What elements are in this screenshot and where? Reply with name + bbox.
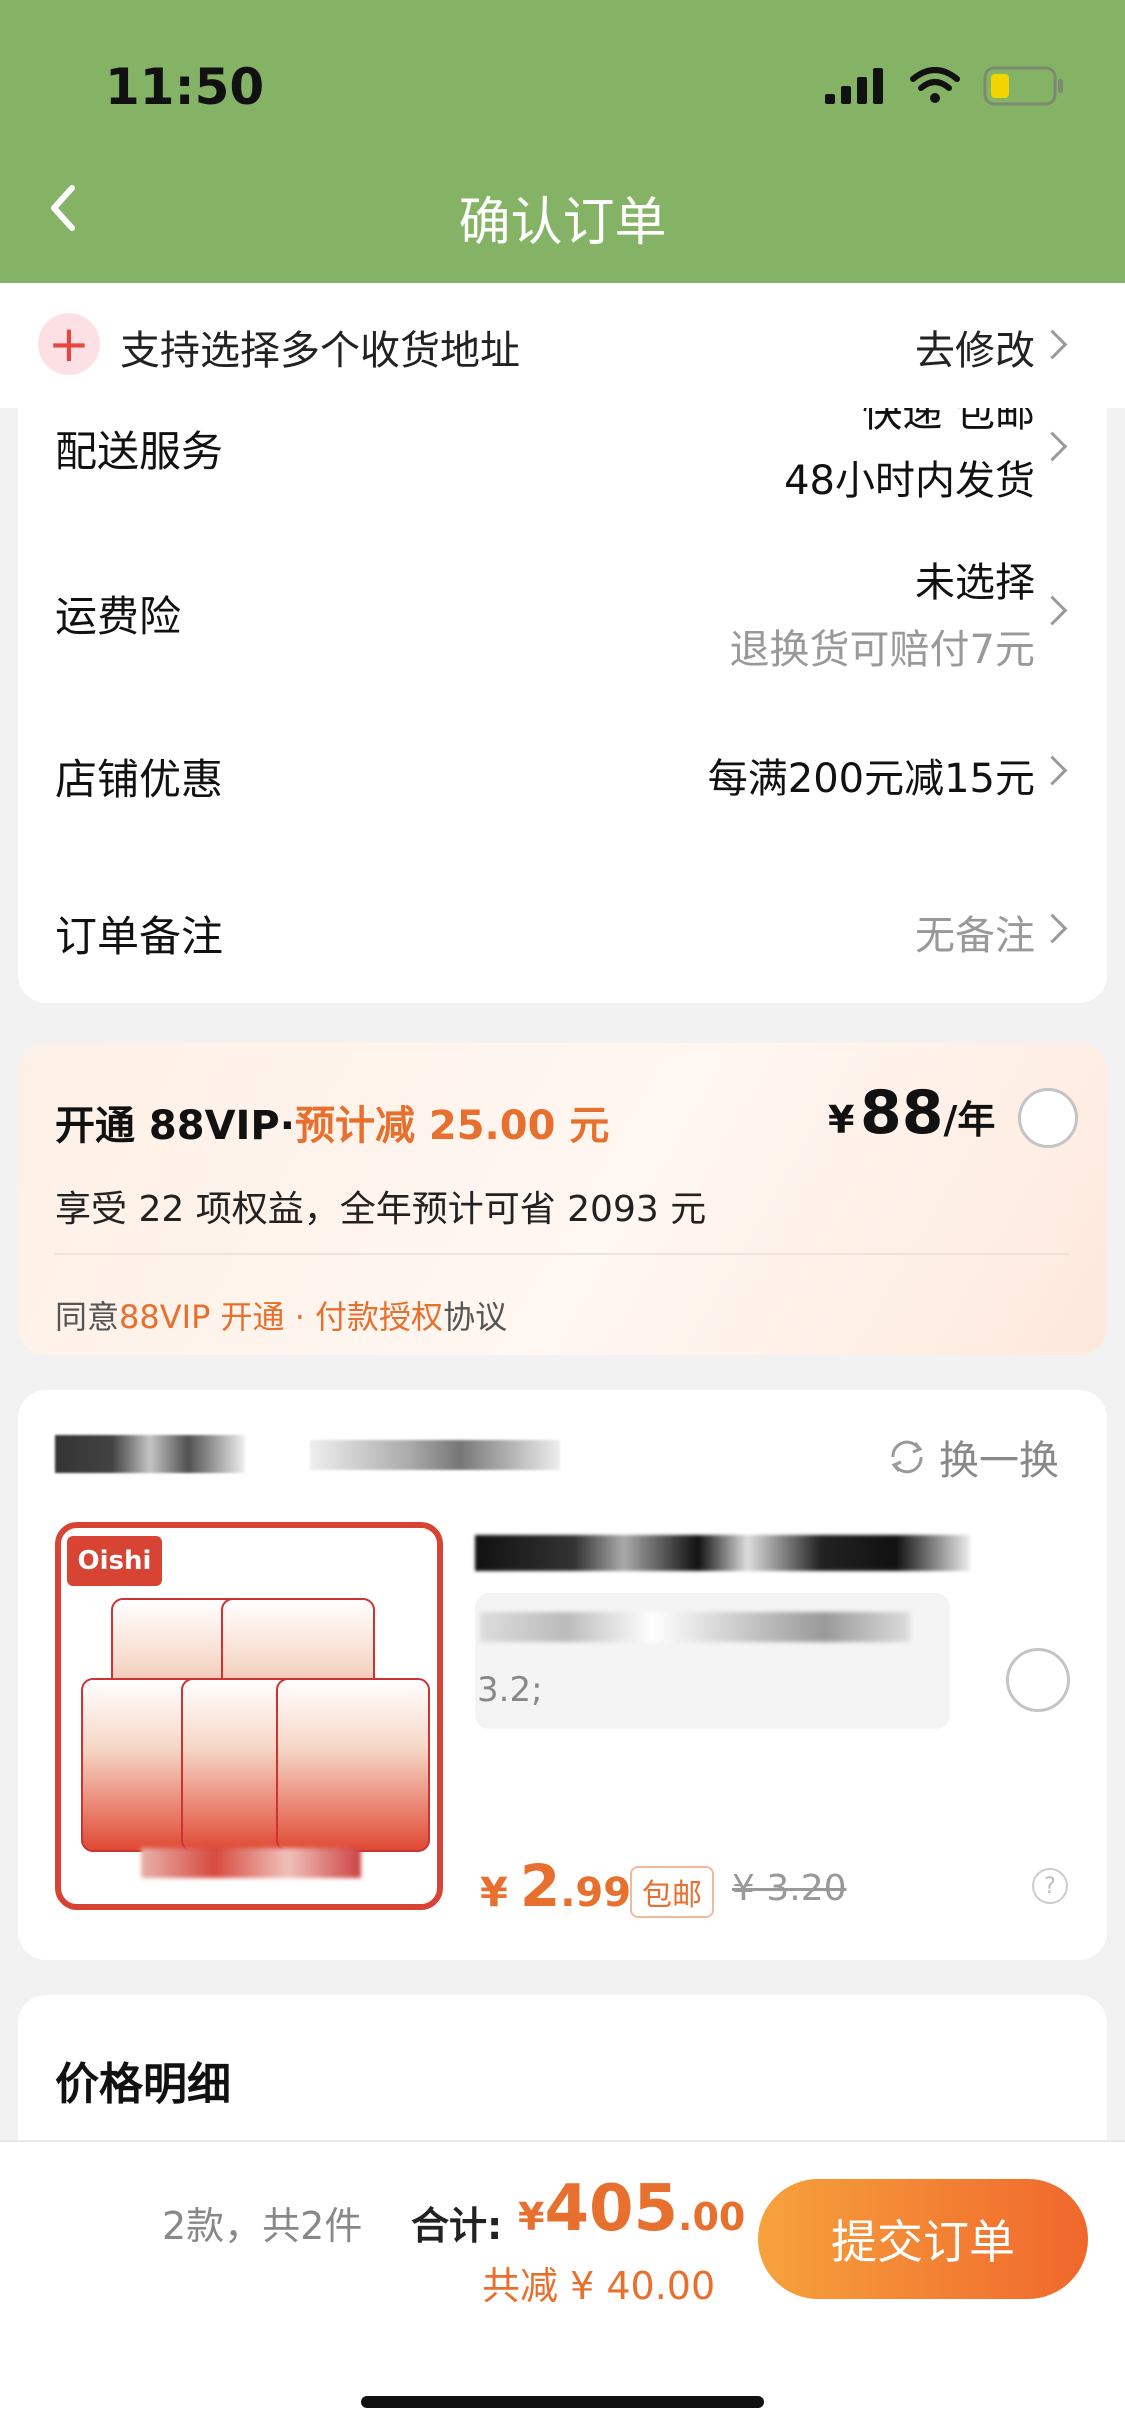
item-count: 2款，共2件 bbox=[162, 2204, 363, 2248]
product-title-redacted bbox=[475, 1535, 970, 1571]
store-discount-label: 店铺优惠 bbox=[55, 755, 224, 804]
add-address-icon[interactable]: + bbox=[38, 313, 100, 375]
price-detail-title: 价格明细 bbox=[55, 2059, 231, 2110]
total-price-currency: ¥ bbox=[518, 2195, 545, 2239]
total-price-int: 405 bbox=[544, 2172, 679, 2246]
vip-discount: 预计减 25.00 元 bbox=[294, 1103, 610, 1149]
shipping-insurance-label: 运费险 bbox=[55, 592, 182, 641]
vip-price-value: 88 bbox=[860, 1078, 944, 1148]
submit-order-button[interactable]: 提交订单 bbox=[758, 2179, 1088, 2299]
product-image[interactable]: Oishi bbox=[55, 1522, 443, 1910]
vip-agree-suffix: 协议 bbox=[443, 1298, 508, 1336]
product-price-int: 2 bbox=[519, 1852, 561, 1920]
wifi-icon bbox=[910, 67, 960, 103]
store-discount-chevron-icon[interactable] bbox=[1037, 755, 1068, 786]
store-tag-redacted bbox=[310, 1440, 560, 1470]
image-caption-redacted bbox=[141, 1848, 361, 1878]
shipping-insurance-chevron-icon[interactable] bbox=[1037, 595, 1068, 626]
address-banner-text: 支持选择多个收货地址 bbox=[120, 328, 520, 374]
edit-address-chevron-icon[interactable] bbox=[1037, 329, 1068, 360]
status-icons bbox=[825, 66, 1065, 106]
store-name-redacted bbox=[55, 1435, 245, 1473]
delivery-time: 48小时内发货 bbox=[784, 458, 1035, 504]
vip-divider bbox=[55, 1253, 1070, 1255]
product-price-dec: .99 bbox=[560, 1870, 632, 1916]
store-discount-value: 每满200元减15元 bbox=[707, 756, 1035, 802]
order-note-value: 无备注 bbox=[915, 913, 1035, 959]
original-price: ¥ 3.20 bbox=[732, 1868, 847, 1909]
product-spec-redacted bbox=[480, 1612, 910, 1642]
total-price-dec: .00 bbox=[678, 2195, 746, 2239]
edit-address-link[interactable]: 去修改 bbox=[915, 318, 1035, 376]
product-price: ¥ 2 .99 bbox=[480, 1852, 631, 1920]
shipping-insurance-value: 未选择 bbox=[915, 560, 1035, 606]
free-shipping-badge: 包邮 bbox=[630, 1866, 714, 1918]
vip-price: ¥ 88/年 bbox=[828, 1078, 995, 1148]
order-note-chevron-icon[interactable] bbox=[1037, 913, 1068, 944]
total-label: 合计: bbox=[411, 2204, 503, 2248]
home-indicator bbox=[361, 2396, 764, 2408]
product-spec-value: 3.2; bbox=[477, 1670, 543, 1710]
status-time: 11:50 bbox=[105, 58, 265, 116]
vip-agree-prefix: 同意 bbox=[55, 1298, 120, 1336]
checkout-divider bbox=[0, 2140, 1125, 2142]
swap-label: 换一换 bbox=[939, 1438, 1059, 1484]
total-price: ¥ 405 .00 bbox=[518, 2172, 745, 2246]
page-title: 确认订单 bbox=[458, 193, 667, 253]
vip-title: 开通 88VIP·预计减 25.00 元 bbox=[55, 1093, 609, 1151]
brand-logo: Oishi bbox=[67, 1536, 162, 1586]
vip-title-text: 开通 88VIP· bbox=[55, 1103, 295, 1149]
delivery-chevron-icon[interactable] bbox=[1037, 431, 1068, 462]
order-note-label: 订单备注 bbox=[55, 912, 224, 961]
snack-bag bbox=[276, 1678, 430, 1852]
vip-benefit: 享受 22 项权益，全年预计可省 2093 元 bbox=[55, 1189, 707, 1230]
help-icon[interactable]: ? bbox=[1032, 1868, 1068, 1904]
vip-agreement: 同意88VIP 开通 · 付款授权协议 bbox=[55, 1292, 507, 1338]
battery-icon bbox=[983, 66, 1063, 106]
vip-agreement-link[interactable]: 88VIP 开通 · 付款授权 bbox=[119, 1298, 443, 1336]
total-saving: 共减 ¥ 40.00 bbox=[482, 2264, 716, 2308]
vip-price-currency: ¥ bbox=[828, 1098, 855, 1142]
delivery-label: 配送服务 bbox=[55, 427, 224, 476]
product-price-currency: ¥ bbox=[480, 1870, 508, 1916]
product-select-radio[interactable] bbox=[1006, 1648, 1070, 1712]
shipping-insurance-note: 退换货可赔付7元 bbox=[729, 627, 1035, 673]
vip-price-unit: /年 bbox=[943, 1098, 996, 1142]
vip-select-radio[interactable] bbox=[1018, 1088, 1078, 1148]
refresh-icon bbox=[891, 1440, 923, 1474]
swap-button[interactable]: 换一换 bbox=[885, 1428, 1059, 1486]
signal-icon bbox=[825, 68, 883, 104]
